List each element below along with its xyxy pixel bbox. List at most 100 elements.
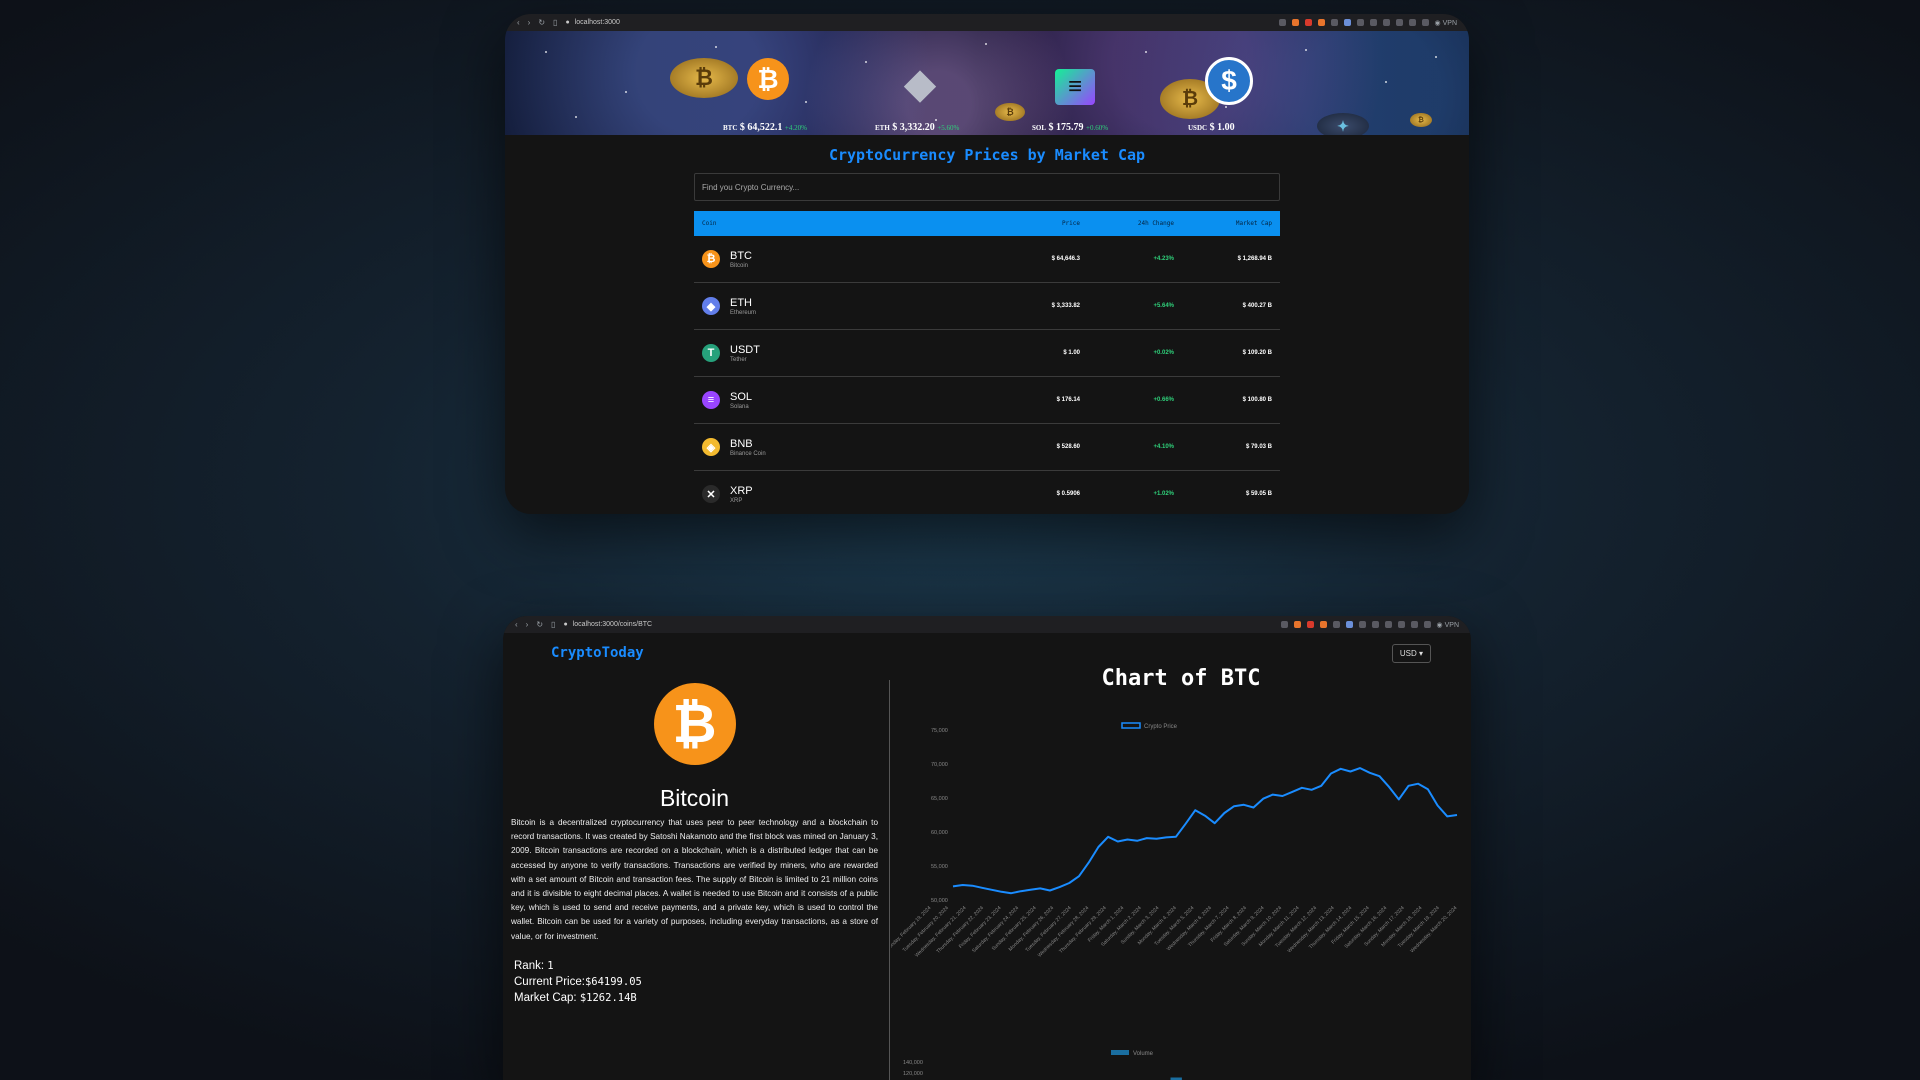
bitcoin-icon: ₿ xyxy=(747,58,789,100)
table-row[interactable]: ◈ BNB Binance Coin $ 528.60 +4.10% $ 79.… xyxy=(694,424,1280,471)
coin-symbol: BTC xyxy=(730,249,752,262)
vpn-icon[interactable]: ◉ VPN xyxy=(1437,621,1459,629)
panel-divider xyxy=(889,680,890,1080)
chart-panel: Chart of BTC Crypto Price 75,000 70,000 65,… xyxy=(891,656,1471,1080)
market-cap-value: $1262.14B xyxy=(579,991,637,1004)
sidebar-icon[interactable] xyxy=(1408,19,1416,26)
extensions-area: ◉ VPN xyxy=(1278,19,1457,27)
coin-market-cap: $ 400.27 B xyxy=(1242,303,1272,309)
y-tick-label: 140,000 xyxy=(903,1060,923,1066)
coin-text: SOL Solana xyxy=(730,391,752,410)
coin-name: Solana xyxy=(730,403,749,410)
metamask-icon[interactable] xyxy=(1319,621,1327,628)
table-row[interactable]: ◆ ETH Ethereum $ 3,333.82 +5.64% $ 400.2… xyxy=(694,283,1280,330)
banner-ticker-sol: SOL $ 175.79 +0.60% xyxy=(1032,122,1109,133)
coin-price: $ 1.00 xyxy=(1063,350,1080,356)
download-icon[interactable] xyxy=(1397,621,1405,628)
search-input[interactable] xyxy=(694,173,1280,201)
sol-icon: ≡ xyxy=(702,391,720,409)
coin-name: Binance Coin xyxy=(730,450,766,457)
ethereum-icon: ◆ xyxy=(904,62,936,106)
site-info-icon[interactable]: ● xyxy=(565,19,569,26)
coin-name: Tether xyxy=(730,356,747,363)
extension-icon[interactable] xyxy=(1343,19,1351,26)
header-change: 24h Change xyxy=(1137,220,1174,227)
usdt-icon: T xyxy=(702,344,720,362)
brave-shield-icon[interactable] xyxy=(1293,621,1301,628)
share-icon[interactable] xyxy=(1278,19,1286,26)
bookmark-icon[interactable]: ▯ xyxy=(551,620,555,629)
puzzle-icon[interactable] xyxy=(1371,621,1379,628)
header-coin: Coin xyxy=(702,220,717,227)
bookmark-icon[interactable]: ▯ xyxy=(553,18,557,27)
table-row[interactable]: ✕ XRP XRP $ 0.5906 +1.02% $ 59.05 B xyxy=(694,471,1280,514)
download-icon[interactable] xyxy=(1395,19,1403,26)
coin-change: +5.64% xyxy=(1153,303,1174,309)
y-tick-label: 60,000 xyxy=(931,830,948,836)
coin-market-cap: $ 1,268.94 B xyxy=(1237,256,1272,262)
reload-icon[interactable]: ↻ xyxy=(536,620,543,629)
reload-icon[interactable]: ↻ xyxy=(538,18,545,27)
brave-rewards-icon[interactable] xyxy=(1304,19,1312,26)
y-tick-label: 120,000 xyxy=(903,1071,923,1077)
coin-cell: T USDT Tether xyxy=(702,344,992,363)
brave-shield-icon[interactable] xyxy=(1291,19,1299,26)
address-url: localhost:3000/coins/BTC xyxy=(572,621,653,628)
sidebar-icon[interactable] xyxy=(1410,621,1418,628)
puzzle-icon[interactable] xyxy=(1369,19,1377,26)
coin-market-cap: $ 79.03 B xyxy=(1245,444,1272,450)
price-line xyxy=(952,767,1458,895)
coins-table: Coin Price 24h Change Market Cap ₿ BTC B… xyxy=(694,211,1280,514)
y-tick-label: 55,000 xyxy=(931,864,948,870)
back-icon[interactable]: ‹ xyxy=(517,18,520,27)
coin-text: XRP XRP xyxy=(730,485,753,504)
coin-symbol: USDT xyxy=(730,343,760,356)
y-tick-label: 65,000 xyxy=(931,796,948,802)
btc-gold-coin-icon: ₿ xyxy=(670,58,738,98)
wallet-icon[interactable] xyxy=(1421,19,1429,26)
small-gold-coin-icon: ₿ xyxy=(995,103,1025,121)
coin-market-cap: $ 109.20 B xyxy=(1242,350,1272,356)
table-row[interactable]: T USDT Tether $ 1.00 +0.02% $ 109.20 B xyxy=(694,330,1280,377)
coin-stats: Rank: 1 Current Price:$64199.05 Market C… xyxy=(511,958,878,1006)
coin-change: +0.02% xyxy=(1153,350,1174,356)
page-title: CryptoCurrency Prices by Market Cap xyxy=(828,146,1146,164)
small-coin-icon: ₿ xyxy=(1410,113,1432,127)
coin-price: $ 0.5906 xyxy=(1056,491,1080,497)
coin-cell: ≡ SOL Solana xyxy=(702,391,992,410)
coin-symbol: SOL xyxy=(730,390,753,403)
address-bar[interactable]: ● localhost:3000/coins/BTC xyxy=(563,621,1272,628)
y-tick-label: 50,000 xyxy=(931,898,948,904)
media-icon[interactable] xyxy=(1384,621,1392,628)
brand-logo[interactable]: CryptoToday xyxy=(551,645,644,661)
banner-ticker-usdc: USDC $ 1.00 xyxy=(1188,122,1235,133)
forward-icon[interactable]: › xyxy=(528,18,531,27)
extensions-area: ◉ VPN xyxy=(1280,621,1459,629)
back-icon[interactable]: ‹ xyxy=(515,620,518,629)
site-info-icon[interactable]: ● xyxy=(563,621,567,628)
coin-price: $ 3,333.82 xyxy=(1051,303,1080,309)
forward-icon[interactable]: › xyxy=(526,620,529,629)
table-row[interactable]: ≡ SOL Solana $ 176.14 +0.66% $ 100.80 B xyxy=(694,377,1280,424)
address-bar[interactable]: ● localhost:3000 xyxy=(565,19,1270,26)
extension-icon[interactable] xyxy=(1332,621,1340,628)
brave-rewards-icon[interactable] xyxy=(1306,621,1314,628)
coin-price: $ 176.14 xyxy=(1056,397,1080,403)
vpn-icon[interactable]: ◉ VPN xyxy=(1435,19,1457,27)
banner-ticker-btc: BTC $ 64,522.1 +4.20% xyxy=(723,122,807,133)
table-row[interactable]: ₿ BTC Bitcoin $ 64,646.3 +4.23% $ 1,268.… xyxy=(694,236,1280,283)
coin-cell: ✕ XRP XRP xyxy=(702,485,992,504)
extension-icon[interactable] xyxy=(1330,19,1338,26)
share-icon[interactable] xyxy=(1280,621,1288,628)
media-icon[interactable] xyxy=(1382,19,1390,26)
wallet-icon[interactable] xyxy=(1423,621,1431,628)
coin-symbol: BNB xyxy=(730,437,753,450)
legend-swatch xyxy=(1121,722,1141,729)
extension-icon[interactable] xyxy=(1358,621,1366,628)
extension-icon[interactable] xyxy=(1345,621,1353,628)
extension-icon[interactable] xyxy=(1356,19,1364,26)
metamask-icon[interactable] xyxy=(1317,19,1325,26)
y-tick-label: 75,000 xyxy=(931,728,948,734)
coin-market-cap: $ 100.80 B xyxy=(1242,397,1272,403)
market-cap-row: Market Cap: $1262.14B xyxy=(514,991,637,1004)
